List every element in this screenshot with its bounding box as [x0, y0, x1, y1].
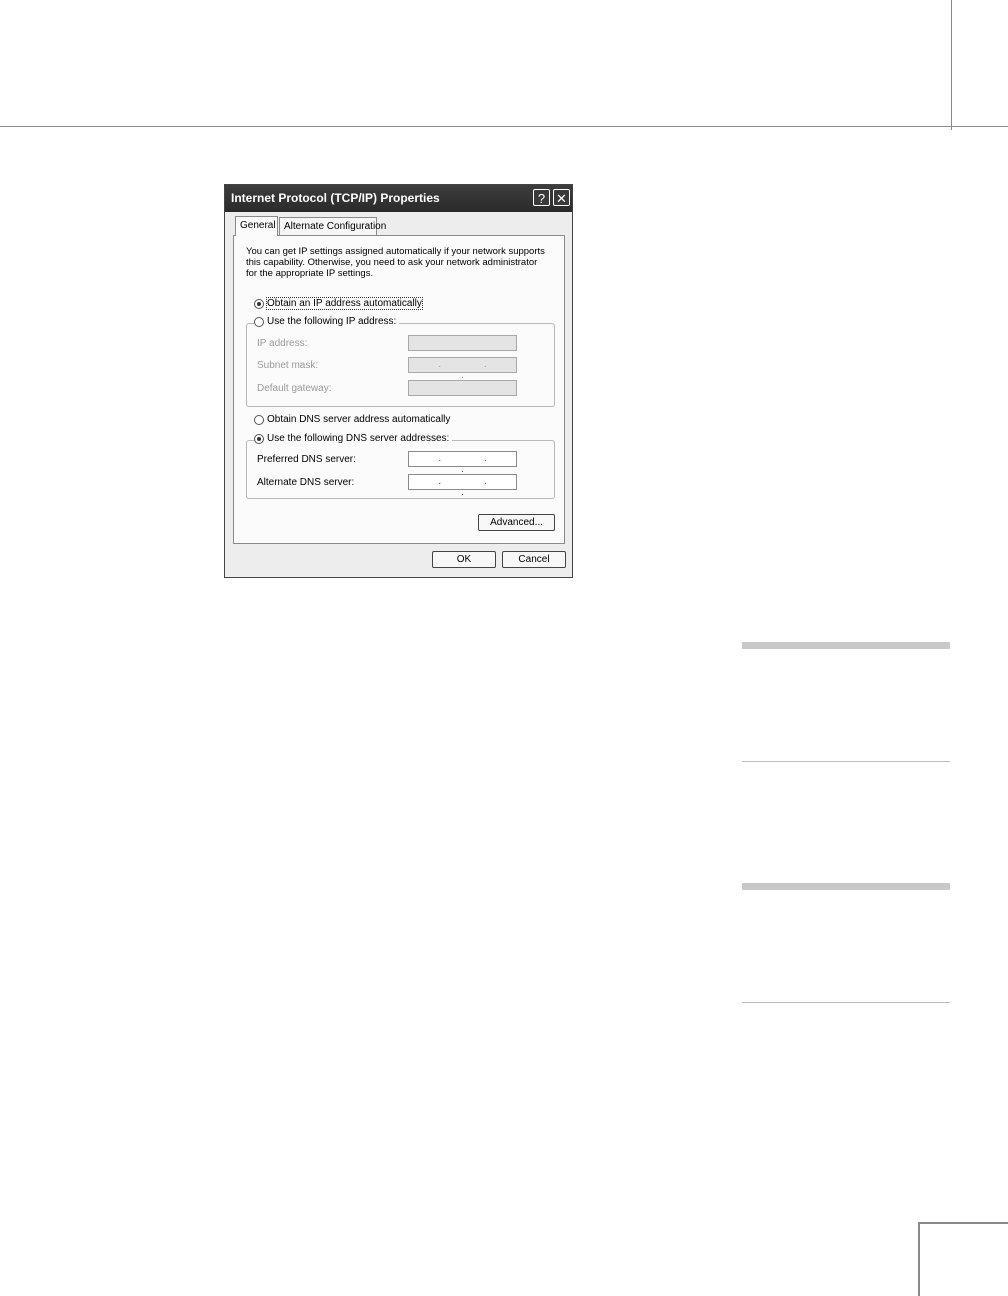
obtain-dns-auto-label: Obtain DNS server address automatically — [267, 414, 451, 425]
help-icon: ? — [537, 191, 546, 206]
use-following-ip-label: Use the following IP address: — [267, 316, 397, 327]
alternate-dns-field[interactable]: . . . — [408, 474, 517, 498]
advanced-button[interactable]: Advanced... — [478, 514, 555, 531]
help-button[interactable]: ? — [533, 189, 550, 206]
preferred-dns-value: . . . — [438, 453, 507, 475]
subnet-mask-label: Subnet mask: — [257, 360, 319, 371]
default-gateway-label: Default gateway: — [257, 383, 332, 394]
page-top-rule — [0, 126, 1008, 127]
page-margin-rule — [951, 0, 952, 130]
page-number-tab — [918, 1222, 1008, 1296]
radio-selected-icon — [254, 298, 264, 309]
intro-text: You can get IP settings assigned automat… — [246, 246, 545, 279]
alternate-dns-label: Alternate DNS server: — [257, 477, 355, 488]
sidebar-note-bar — [742, 883, 950, 890]
ip-address-field[interactable] — [408, 335, 517, 351]
radio-unselected-icon — [254, 414, 264, 425]
ip-address-label: IP address: — [257, 338, 308, 349]
radio-unselected-icon — [254, 316, 264, 327]
ok-button[interactable]: OK — [432, 551, 496, 568]
preferred-dns-field[interactable]: . . . — [408, 451, 517, 475]
use-following-dns-radio[interactable]: Use the following DNS server addresses: — [254, 433, 453, 447]
sidebar-note-divider — [742, 761, 950, 762]
subnet-mask-field[interactable]: . . . — [408, 357, 517, 381]
use-following-dns-label: Use the following DNS server addresses: — [267, 433, 450, 444]
alternate-dns-value: . . . — [438, 476, 507, 498]
default-gateway-field[interactable] — [408, 380, 517, 396]
close-button[interactable]: ✕ — [553, 189, 570, 206]
preferred-dns-label: Preferred DNS server: — [257, 454, 356, 465]
dialog-titlebar: Internet Protocol (TCP/IP) Properties ? … — [225, 185, 572, 212]
obtain-ip-auto-label: Obtain an IP address automatically — [266, 297, 423, 310]
subnet-mask-value: . . . — [438, 359, 507, 381]
close-icon: ✕ — [556, 191, 567, 206]
cancel-button[interactable]: Cancel — [502, 551, 566, 568]
tab-general[interactable]: General — [235, 216, 278, 236]
radio-selected-icon — [254, 433, 264, 444]
general-tab-panel: You can get IP settings assigned automat… — [233, 235, 565, 544]
use-following-ip-radio[interactable]: Use the following IP address: — [254, 316, 400, 330]
dialog-title: Internet Protocol (TCP/IP) Properties — [231, 191, 440, 205]
tab-alternate-configuration[interactable]: Alternate Configuration — [279, 217, 386, 235]
sidebar-note-bar — [742, 642, 950, 649]
obtain-dns-auto-radio[interactable]: Obtain DNS server address automatically — [254, 414, 450, 428]
obtain-ip-auto-radio[interactable]: Obtain an IP address automatically — [254, 297, 423, 312]
tcpip-properties-dialog: Internet Protocol (TCP/IP) Properties ? … — [224, 184, 573, 578]
sidebar-note-divider — [742, 1002, 950, 1003]
